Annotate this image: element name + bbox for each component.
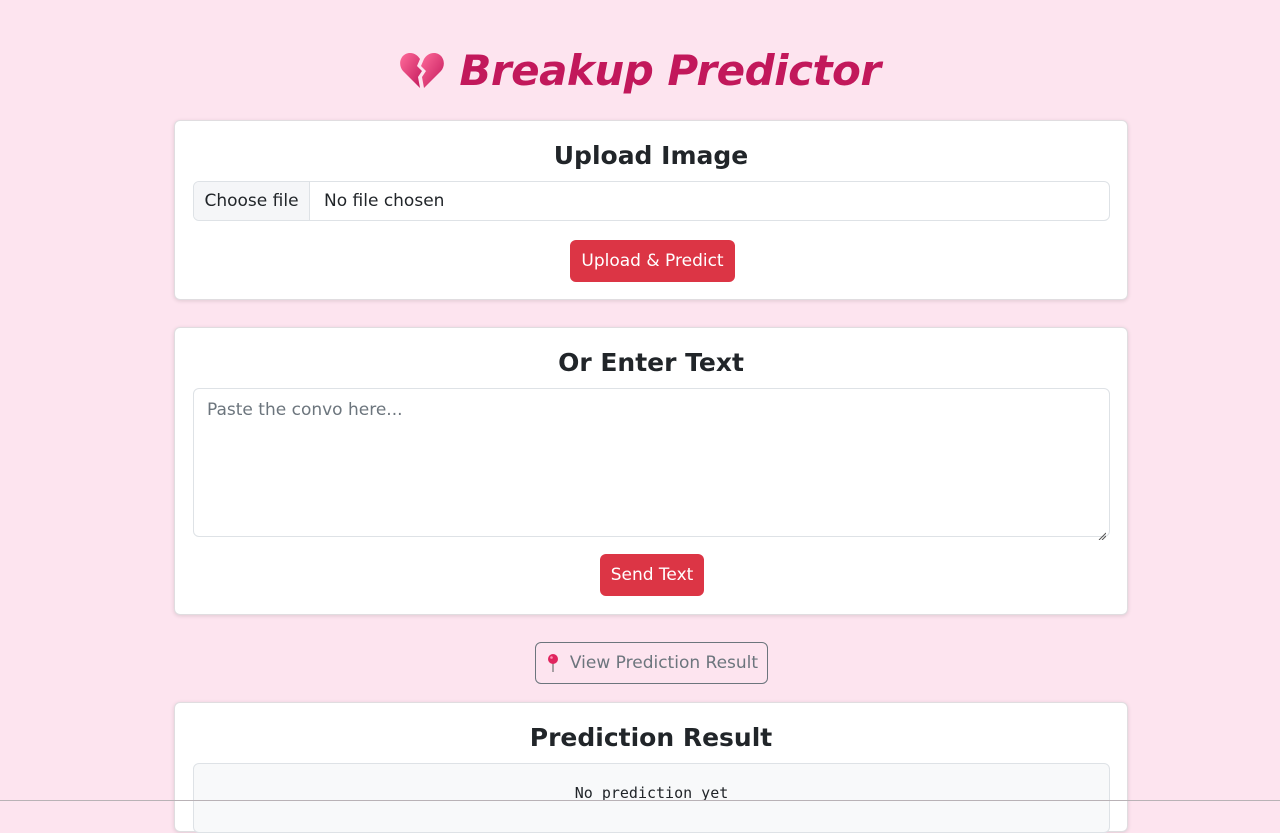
- prediction-result-card: Prediction Result No prediction yet: [174, 702, 1128, 833]
- pushpin-icon: [545, 653, 561, 673]
- convo-textarea[interactable]: Paste the convo here...: [193, 388, 1110, 541]
- prediction-result-title: Prediction Result: [529, 723, 773, 752]
- broken-heart-icon: [399, 50, 445, 90]
- resize-handle-icon[interactable]: [1098, 525, 1107, 541]
- send-text-button[interactable]: Send Text: [600, 554, 704, 596]
- view-prediction-result-button[interactable]: View Prediction Result: [535, 642, 768, 684]
- upload-image-title: Upload Image: [553, 141, 749, 170]
- prediction-output: No prediction yet: [193, 763, 1110, 833]
- upload-image-card: Upload Image Choose file No file chosen …: [174, 120, 1128, 300]
- view-prediction-result-label: View Prediction Result: [569, 653, 759, 673]
- enter-text-title: Or Enter Text: [558, 348, 744, 377]
- page-title: Breakup Predictor: [459, 45, 881, 95]
- textarea-placeholder: Paste the convo here...: [207, 400, 403, 420]
- choose-file-button[interactable]: Choose file: [194, 182, 310, 220]
- upload-predict-button[interactable]: Upload & Predict: [570, 240, 735, 282]
- file-input[interactable]: Choose file No file chosen: [193, 181, 1110, 221]
- file-status-text: No file chosen: [324, 191, 445, 211]
- page-header: Breakup Predictor: [0, 38, 1280, 102]
- enter-text-card: Or Enter Text Paste the convo here... Se…: [174, 327, 1128, 615]
